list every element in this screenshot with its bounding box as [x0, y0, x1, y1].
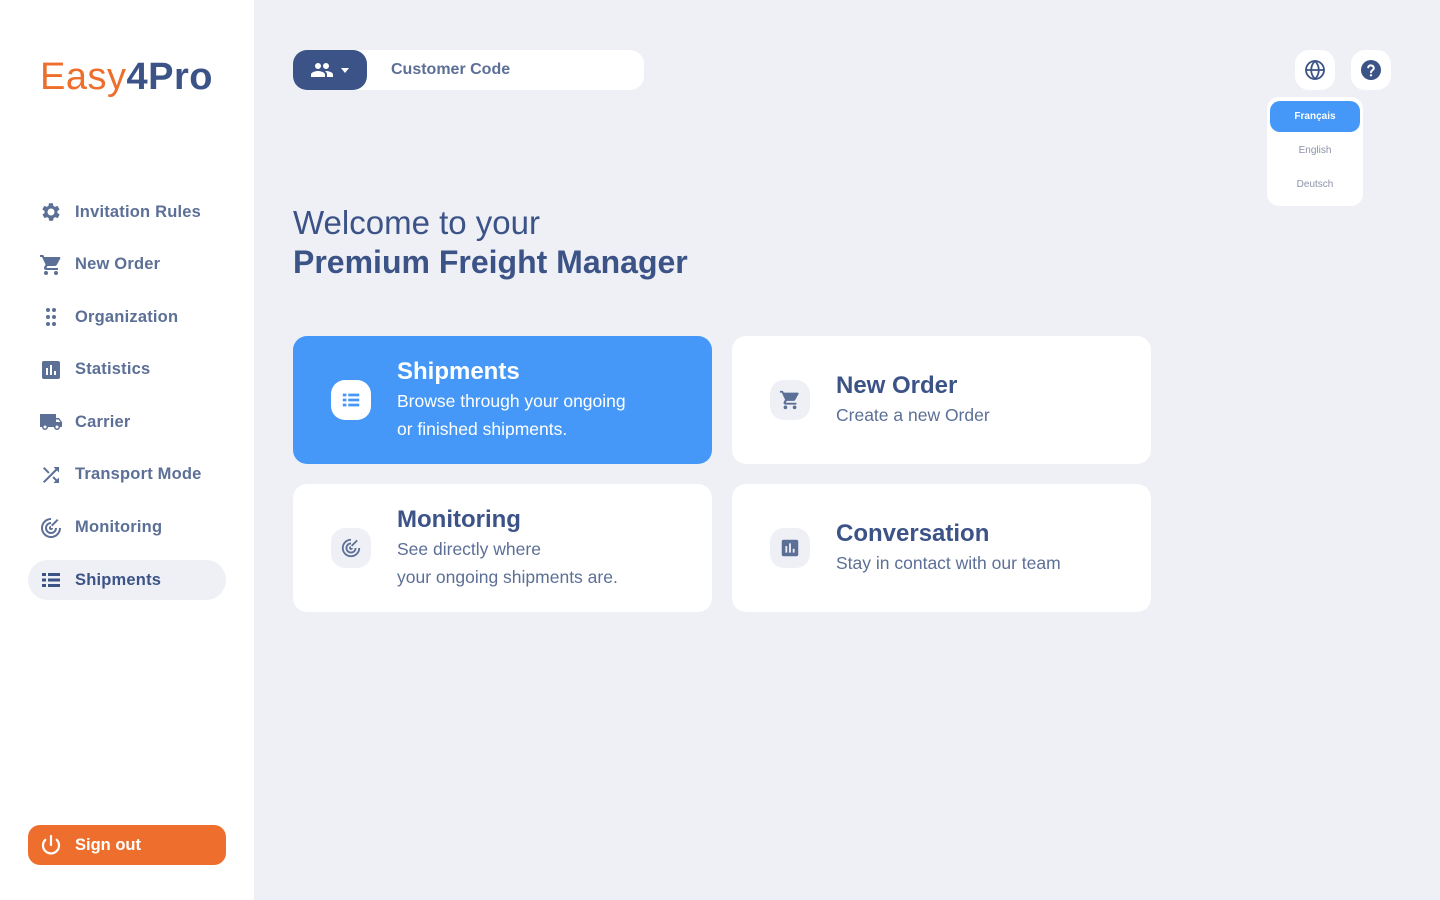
globe-icon [1305, 59, 1325, 81]
sidebar-item-new-order[interactable]: New Order [28, 245, 226, 285]
sidebar: Easy4Pro Invitation Rules New Order Orga… [0, 0, 254, 900]
welcome-line-1: Welcome to your [293, 204, 540, 241]
cart-icon [39, 253, 63, 277]
list-icon [39, 568, 63, 592]
language-menu: Français English Deutsch [1267, 97, 1363, 206]
shuffle-icon [39, 463, 63, 487]
language-option-english[interactable]: English [1270, 135, 1360, 166]
sidebar-nav: Invitation Rules New Order Organization … [28, 192, 226, 613]
caret-down-icon [341, 68, 349, 73]
language-option-deutsch[interactable]: Deutsch [1270, 169, 1360, 200]
radar-icon [39, 516, 63, 540]
card-title: Monitoring [397, 506, 521, 533]
customer-select-button[interactable] [293, 50, 367, 90]
welcome-line-2: Premium Freight Manager [293, 244, 688, 280]
card-description: your ongoing shipments are. [397, 567, 618, 587]
bar-chart-icon [770, 528, 810, 568]
sidebar-item-label: Organization [75, 307, 179, 326]
language-option-francais[interactable]: Français [1270, 101, 1360, 132]
dots-grid-icon [39, 305, 63, 329]
sidebar-item-carrier[interactable]: Carrier [28, 402, 226, 442]
card-description: Create a new Order [836, 405, 990, 425]
list-icon [331, 380, 371, 420]
bar-chart-icon [39, 358, 63, 382]
welcome-heading: Welcome to your Premium Freight Manager [293, 204, 688, 282]
truck-icon [39, 410, 63, 434]
cart-icon [770, 380, 810, 420]
sidebar-item-monitoring[interactable]: Monitoring [28, 508, 226, 548]
brand-logo-part1: Easy [40, 56, 127, 98]
card-title: Conversation [836, 520, 990, 547]
sign-out-button[interactable]: Sign out [28, 825, 226, 865]
sidebar-item-label: New Order [75, 255, 161, 274]
sidebar-item-statistics[interactable]: Statistics [28, 350, 226, 390]
sidebar-item-label: Monitoring [75, 518, 163, 537]
card-monitoring[interactable]: Monitoring See directly where your ongoi… [293, 484, 712, 612]
language-button[interactable] [1295, 50, 1335, 90]
help-icon [1361, 60, 1381, 80]
card-description: See directly where [397, 539, 541, 559]
sidebar-item-organization[interactable]: Organization [28, 297, 226, 337]
card-title: New Order [836, 372, 958, 399]
sign-out-label: Sign out [75, 835, 141, 854]
help-button[interactable] [1351, 50, 1391, 90]
card-description: Stay in contact with our team [836, 553, 1061, 573]
sidebar-item-invitation-rules[interactable]: Invitation Rules [28, 192, 226, 232]
brand-logo-part2: 4Pro [126, 56, 213, 98]
sidebar-item-shipments[interactable]: Shipments [28, 560, 226, 601]
people-icon [311, 63, 333, 77]
card-conversation[interactable]: Conversation Stay in contact with our te… [732, 484, 1151, 612]
power-icon [39, 833, 63, 857]
card-description: or finished shipments. [397, 419, 568, 439]
card-new-order[interactable]: New Order Create a new Order [732, 336, 1151, 464]
customer-code-bar [293, 50, 644, 90]
card-title: Shipments [397, 358, 520, 385]
brand-logo[interactable]: Easy4Pro [40, 56, 213, 99]
sidebar-item-label: Invitation Rules [75, 202, 202, 221]
customer-code-input[interactable] [367, 50, 637, 90]
sidebar-item-transport-mode[interactable]: Transport Mode [28, 455, 226, 495]
card-shipments[interactable]: Shipments Browse through your ongoing or… [293, 336, 712, 464]
sidebar-item-label: Shipments [75, 570, 162, 589]
sidebar-item-label: Statistics [75, 360, 151, 379]
card-description: Browse through your ongoing [397, 391, 626, 411]
sidebar-item-label: Transport Mode [75, 465, 202, 484]
gear-icon [39, 200, 63, 224]
radar-icon [331, 528, 371, 568]
sidebar-item-label: Carrier [75, 412, 131, 431]
